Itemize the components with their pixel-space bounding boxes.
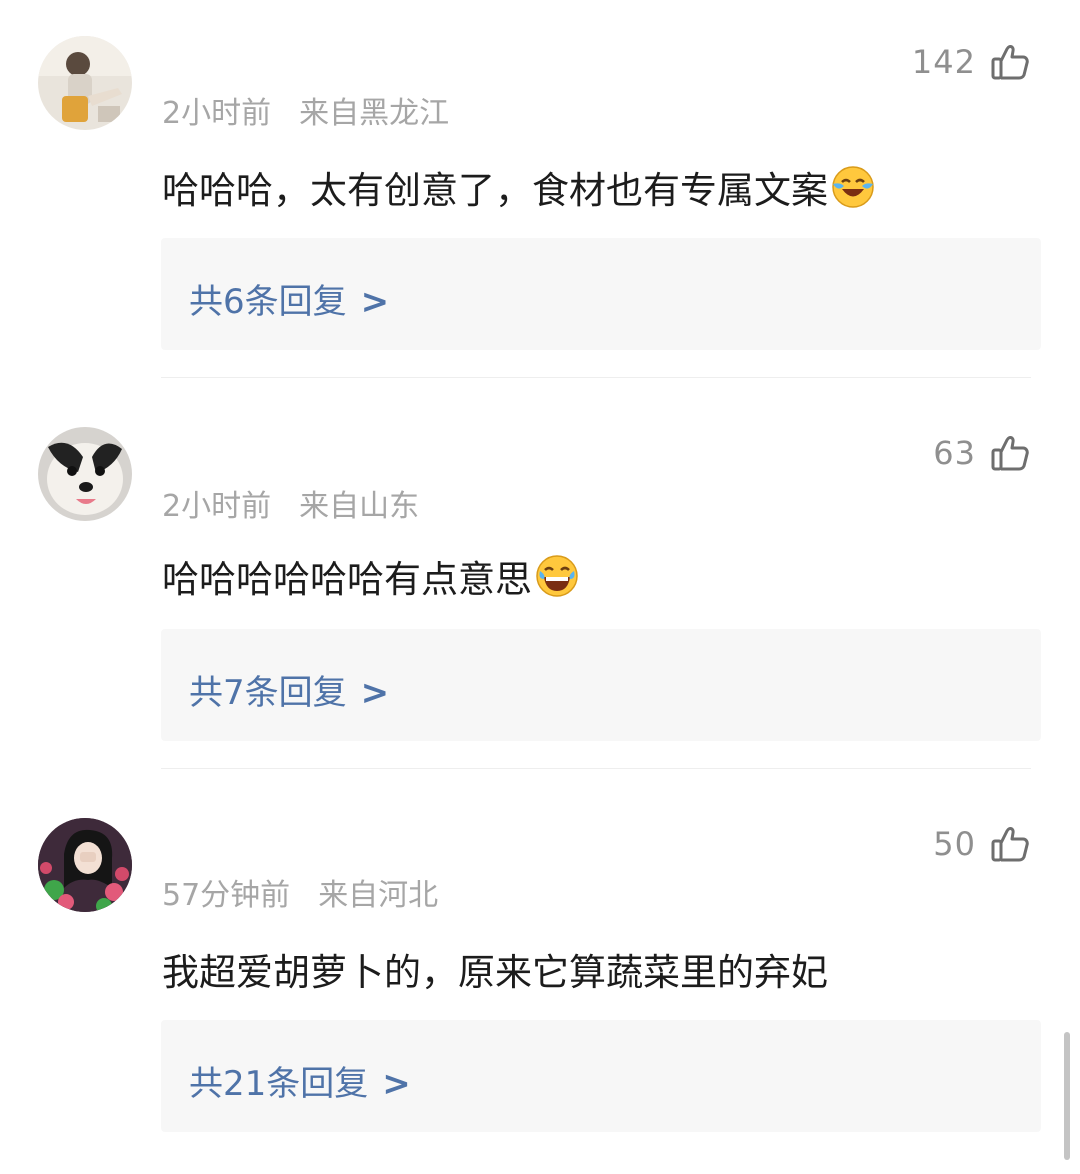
comment-meta: 57分钟前 来自河北 bbox=[162, 870, 438, 914]
like-count: 63 bbox=[933, 434, 976, 472]
comment-text: 哈哈哈哈哈哈有点意思 bbox=[162, 558, 532, 601]
reply-summary: 共7条回复 > bbox=[189, 665, 389, 714]
comment-text-row: 我超爱胡萝卜的，原来它算蔬菜里的弃妃 bbox=[162, 942, 828, 996]
chevron-right-icon: > bbox=[360, 673, 390, 713]
divider bbox=[161, 377, 1031, 378]
like-button[interactable]: 63 bbox=[933, 431, 1030, 475]
comment-text: 哈哈哈，太有创意了，食材也有专属文案 bbox=[162, 169, 828, 212]
reply-summary: 共21条回复 > bbox=[189, 1056, 411, 1105]
comment-time: 57分钟前 bbox=[162, 878, 291, 913]
comment-meta: 2小时前 来自黑龙江 bbox=[162, 88, 449, 132]
comment-location: 来自山东 bbox=[299, 489, 420, 524]
chevron-right-icon: > bbox=[382, 1064, 411, 1104]
comment-item: 50 57分钟前 来自河北 我超爱胡萝卜的，原来它算蔬菜里的弃妃 共21条回复 > bbox=[0, 782, 1080, 1173]
scrollbar[interactable] bbox=[1064, 1032, 1070, 1160]
comment-text-row: 哈哈哈，太有创意了，食材也有专属文案 bbox=[162, 160, 876, 214]
chevron-right-icon: > bbox=[360, 282, 390, 322]
like-count: 50 bbox=[933, 825, 976, 863]
comment-item: 142 2小时前 来自黑龙江 哈哈哈，太有创意了，食材也有专属文案 共6条回复 > bbox=[0, 0, 1080, 391]
reply-count-label: 共7条回复 bbox=[189, 673, 347, 713]
avatar[interactable] bbox=[38, 818, 132, 912]
reply-summary-button[interactable]: 共21条回复 > bbox=[161, 1020, 1041, 1132]
comment-location: 来自河北 bbox=[318, 878, 439, 913]
reply-count-label: 共21条回复 bbox=[189, 1064, 369, 1104]
reply-count-label: 共6条回复 bbox=[189, 282, 347, 322]
comment-text-row: 哈哈哈哈哈哈有点意思 bbox=[162, 549, 580, 603]
avatar[interactable] bbox=[38, 36, 132, 130]
comment-text: 我超爱胡萝卜的，原来它算蔬菜里的弃妃 bbox=[162, 951, 828, 994]
comment-item: 63 2小时前 来自山东 哈哈哈哈哈哈有点意思 共7条回复 > bbox=[0, 391, 1080, 782]
thumbs-up-icon bbox=[991, 827, 1029, 862]
thumbs-up-icon bbox=[991, 436, 1029, 471]
like-button[interactable]: 50 bbox=[933, 822, 1030, 866]
comment-time: 2小时前 bbox=[162, 96, 272, 131]
laughing-crying-emoji-icon bbox=[832, 166, 874, 208]
avatar[interactable] bbox=[38, 427, 132, 521]
like-button[interactable]: 142 bbox=[912, 40, 1030, 84]
reply-summary-button[interactable]: 共7条回复 > bbox=[161, 629, 1041, 741]
comment-location: 来自黑龙江 bbox=[299, 96, 450, 131]
like-count: 142 bbox=[911, 43, 976, 81]
comment-meta: 2小时前 来自山东 bbox=[162, 481, 419, 525]
thumbs-up-icon bbox=[991, 45, 1029, 80]
reply-summary: 共6条回复 > bbox=[189, 274, 389, 323]
divider bbox=[161, 768, 1031, 769]
reply-summary-button[interactable]: 共6条回复 > bbox=[161, 238, 1041, 350]
tears-of-joy-emoji-icon bbox=[536, 555, 578, 597]
comment-time: 2小时前 bbox=[162, 489, 272, 524]
